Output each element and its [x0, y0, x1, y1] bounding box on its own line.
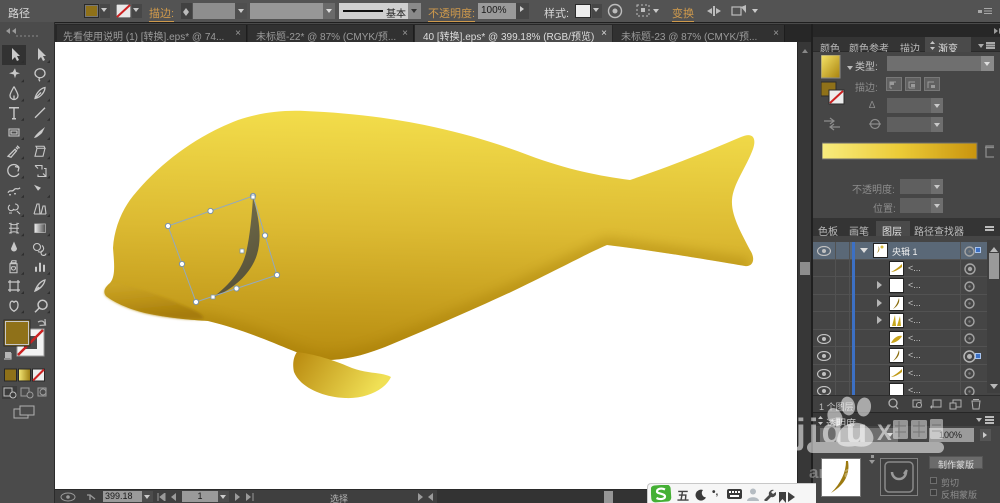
- svg-text:X: X: [877, 420, 892, 445]
- svg-text:an.ba: an.ba: [809, 463, 854, 482]
